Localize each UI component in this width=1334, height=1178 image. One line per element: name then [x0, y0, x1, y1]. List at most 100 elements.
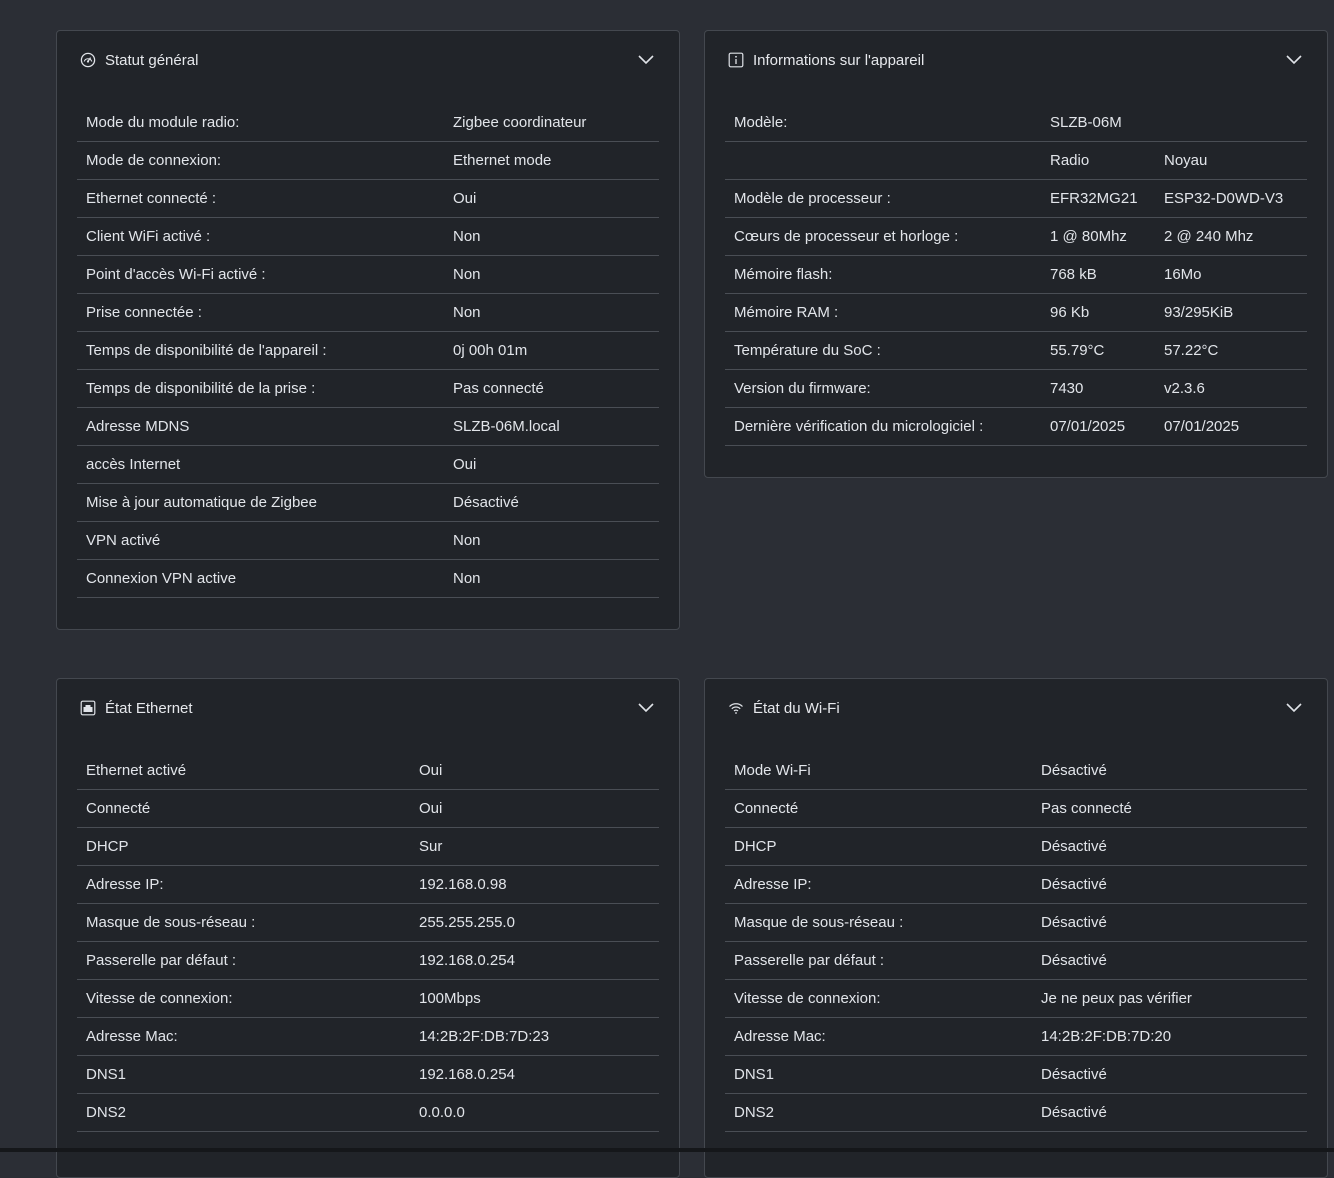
table-row: Adresse IP: Désactivé [725, 865, 1307, 904]
row-value-radio: 55.79°C [1041, 331, 1155, 370]
table-row: Masque de sous-réseau :255.255.255.0 [77, 903, 659, 942]
wifi-icon [728, 700, 744, 716]
wifi-table: Mode Wi-Fi Désactivé Connecté Pas connecté D… [725, 752, 1307, 1132]
table-row: VPN activé Non [77, 521, 659, 560]
row-value-radio: 768 kB [1041, 255, 1155, 294]
row-value-value: Oui [444, 445, 659, 484]
row-value-radio: 96 Kb [1041, 293, 1155, 332]
window-bottom-edge [0, 1148, 1334, 1152]
wifi-card-header[interactable]: État du Wi-Fi [705, 679, 1327, 737]
table-row: Ethernet activé Oui [77, 752, 659, 790]
row-label: Connexion VPN active [77, 559, 444, 598]
row-value-value: 255.255.255.0 [410, 903, 659, 942]
row-value-value: Oui [444, 179, 659, 218]
table-row: Température du SoC :55.79°C 57.22°C [725, 331, 1307, 370]
table-row: Point d'accès Wi-Fi activé : Non [77, 255, 659, 294]
row-label: VPN activé [77, 521, 444, 560]
table-row: DHCP Désactivé [725, 827, 1307, 866]
table-row: Adresse Mac: 14:2B:2F:DB:7D:23 [77, 1017, 659, 1056]
row-value-value: 14:2B:2F:DB:7D:23 [410, 1017, 659, 1056]
row-value-value: Non [444, 559, 659, 598]
chevron-down-icon[interactable] [637, 699, 655, 717]
row-label: Adresse Mac: [725, 1017, 1032, 1056]
ethernet-card: État Ethernet Ethernet activé Oui Connecté… [56, 678, 680, 1178]
row-value-value: Zigbee coordinateur [444, 104, 659, 142]
row-label: Température du SoC : [725, 331, 1041, 370]
row-label: Mémoire RAM : [725, 293, 1041, 332]
row-value-value: Ethernet mode [444, 141, 659, 180]
row-value-value: Désactivé [1032, 1055, 1307, 1094]
device-info-card: Informations sur l'appareil Modèle: SLZB… [704, 30, 1328, 478]
table-row: Client WiFi activé : Non [77, 217, 659, 256]
row-label: Ethernet activé [77, 752, 410, 790]
table-row: Adresse MDNS SLZB-06M.local [77, 407, 659, 446]
row-label: Mode de connexion: [77, 141, 444, 180]
row-label: Passerelle par défaut : [725, 941, 1032, 980]
row-label: Adresse IP: [725, 865, 1032, 904]
row-label: accès Internet [77, 445, 444, 484]
table-row: DNS1 Désactivé [725, 1055, 1307, 1094]
table-row: Connecté Pas connecté [725, 789, 1307, 828]
table-row: Vitesse de connexion: 100Mbps [77, 979, 659, 1018]
table-row: DNS1 192.168.0.254 [77, 1055, 659, 1094]
table-row: Cœurs de processeur et horloge :1 @ 80Mh… [725, 217, 1307, 256]
row-value-radio: 1 @ 80Mhz [1041, 217, 1155, 256]
table-row: Mode du module radio: Zigbee coordinateur [77, 104, 659, 142]
row-label: Vitesse de connexion: [77, 979, 410, 1018]
table-row: Modèle de processeur : EFR32MG21 ESP32-D0W… [725, 179, 1307, 218]
row-label: Client WiFi activé : [77, 217, 444, 256]
row-value-value: Non [444, 255, 659, 294]
chevron-down-icon[interactable] [1285, 699, 1303, 717]
row-value-value: Désactivé [1032, 752, 1307, 790]
row-value-value: Non [444, 293, 659, 332]
table-row: Temps de disponibilité de l'appareil :0j… [77, 331, 659, 370]
row-label: Adresse IP: [77, 865, 410, 904]
row-label: DNS2 [725, 1093, 1032, 1132]
status-card-title: Statut général [105, 51, 199, 69]
row-value-value: 192.168.0.254 [410, 941, 659, 980]
table-row: accès Internet Oui [77, 445, 659, 484]
table-row: Modèle: SLZB-06M [725, 104, 1307, 142]
row-label: Connecté [725, 789, 1032, 828]
row-label: Mise à jour automatique de Zigbee [77, 483, 444, 522]
row-label: Adresse Mac: [77, 1017, 410, 1056]
row-label: Modèle de processeur : [725, 179, 1041, 218]
ethernet-port-icon [80, 700, 96, 716]
chevron-down-icon[interactable] [1285, 51, 1303, 69]
row-label: Temps de disponibilité de la prise : [77, 369, 444, 408]
row-value-value: Sur [410, 827, 659, 866]
row-label: DNS1 [725, 1055, 1032, 1094]
row-value-core: 93/295KiB [1155, 293, 1307, 332]
table-row: Mémoire RAM :96 Kb 93/295KiB [725, 293, 1307, 332]
status-card-header[interactable]: Statut général [57, 31, 679, 89]
row-value-value: 14:2B:2F:DB:7D:20 [1032, 1017, 1307, 1056]
chevron-down-icon[interactable] [637, 51, 655, 69]
row-value-value: Oui [410, 752, 659, 790]
row-value-core: 07/01/2025 [1155, 407, 1307, 446]
row-value-value: 192.168.0.254 [410, 1055, 659, 1094]
row-value-core: 16Mo [1155, 255, 1307, 294]
table-row: Mise à jour automatique de Zigbee Désacti… [77, 483, 659, 522]
status-table: Mode du module radio: Zigbee coordinateur… [77, 104, 659, 598]
row-label: Ethernet connecté : [77, 179, 444, 218]
table-row: DNS2 0.0.0.0 [77, 1093, 659, 1132]
table-row: Passerelle par défaut : Désactivé [725, 941, 1307, 980]
row-value-value: Pas connecté [444, 369, 659, 408]
row-value-value: Je ne peux pas vérifier [1032, 979, 1307, 1018]
row-label: Passerelle par défaut : [77, 941, 410, 980]
table-row: Version du firmware: 7430 v2.3.6 [725, 369, 1307, 408]
table-row: DNS2 Désactivé [725, 1093, 1307, 1132]
device-info-card-header[interactable]: Informations sur l'appareil [705, 31, 1327, 89]
row-label: DHCP [77, 827, 410, 866]
row-value-value: Désactivé [444, 483, 659, 522]
table-row: Adresse IP: 192.168.0.98 [77, 865, 659, 904]
row-value-core: 2 @ 240 Mhz [1155, 217, 1307, 256]
row-label: Version du firmware: [725, 369, 1041, 408]
wifi-card-title: État du Wi-Fi [753, 699, 840, 717]
row-label: Masque de sous-réseau : [725, 903, 1032, 942]
table-row: Connecté Oui [77, 789, 659, 828]
ethernet-card-header[interactable]: État Ethernet [57, 679, 679, 737]
row-value-value: 0j 00h 01m [444, 331, 659, 370]
row-value-value: Désactivé [1032, 941, 1307, 980]
row-value-radio: EFR32MG21 [1041, 179, 1155, 218]
